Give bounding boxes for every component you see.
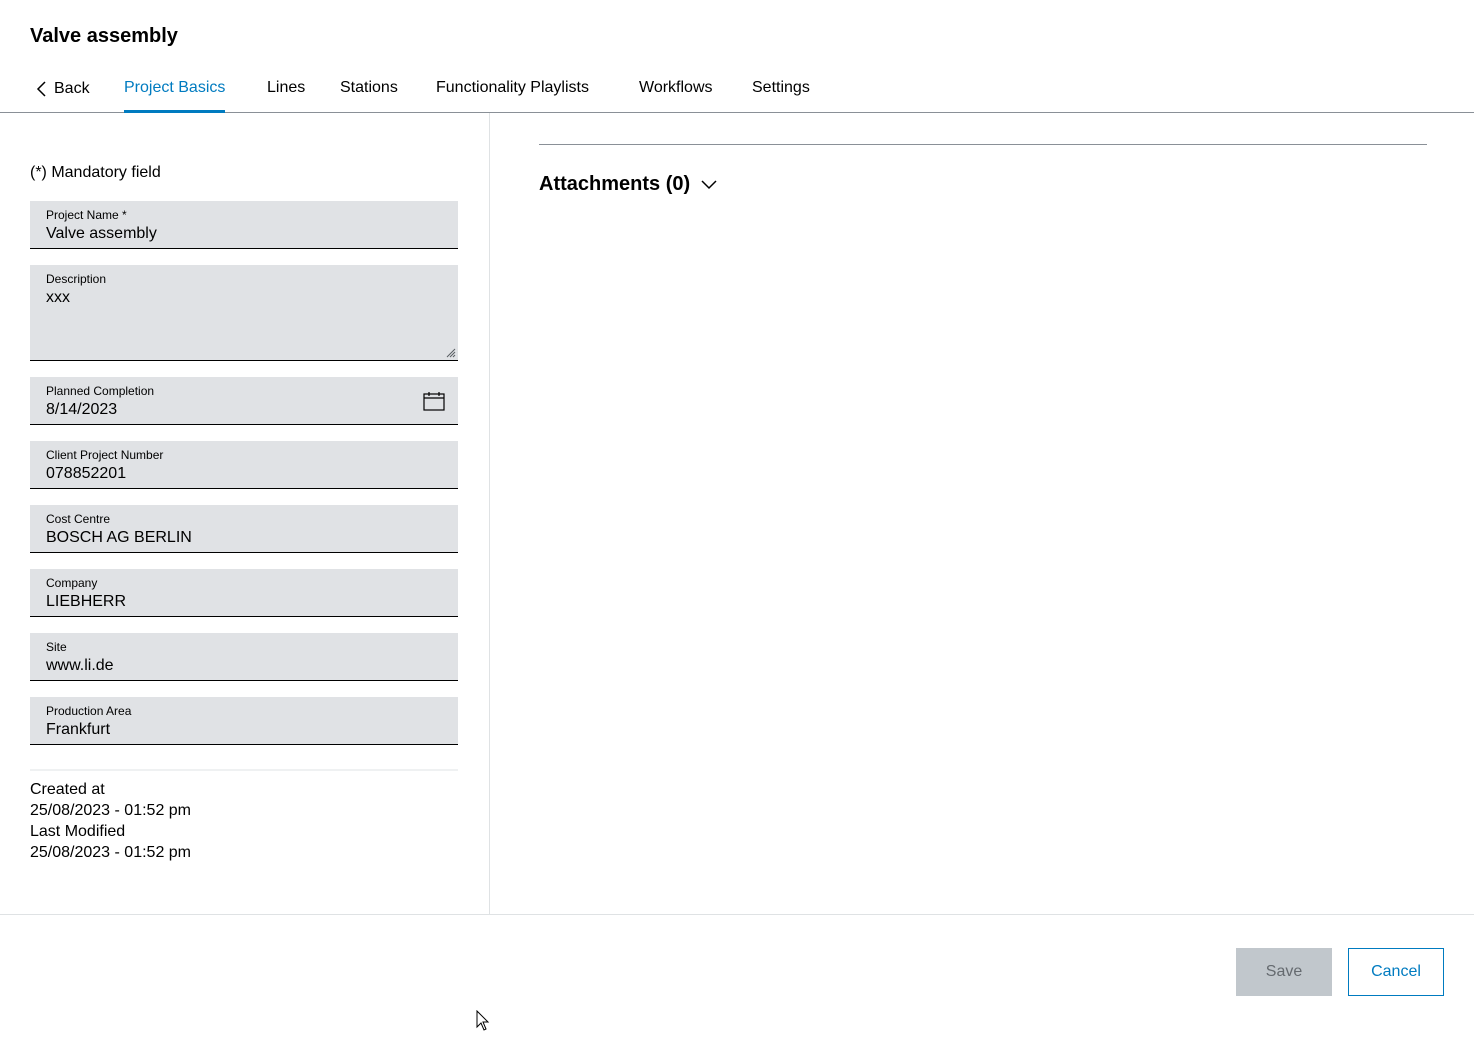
tab-functionality-playlists[interactable]: Functionality Playlists — [436, 66, 589, 112]
last-modified-label: Last Modified — [30, 823, 126, 840]
planned-completion-field[interactable]: Planned Completion 8/14/2023 — [30, 377, 458, 425]
back-button[interactable]: Back — [36, 66, 90, 112]
calendar-icon[interactable] — [423, 391, 445, 411]
company-label: Company — [46, 576, 98, 590]
attachments-divider — [539, 144, 1427, 145]
last-modified-value: 25/08/2023 - 01:52 pm — [30, 844, 192, 861]
client-project-number-label: Client Project Number — [46, 448, 164, 462]
project-name-label: Project Name * — [46, 208, 127, 222]
client-project-number-field[interactable]: Client Project Number 078852201 — [30, 441, 458, 489]
planned-completion-value[interactable]: 8/14/2023 — [46, 401, 117, 419]
production-area-value[interactable]: Frankfurt — [46, 721, 110, 739]
company-field[interactable]: Company LIEBHERR — [30, 569, 458, 617]
tab-lines[interactable]: Lines — [267, 66, 305, 112]
description-label: Description — [46, 272, 107, 286]
resize-handle-icon[interactable] — [444, 346, 456, 358]
back-label: Back — [54, 80, 90, 97]
description-field[interactable]: Description xxx — [30, 265, 458, 361]
project-name-value[interactable]: Valve assembly — [46, 225, 157, 243]
cost-centre-label: Cost Centre — [46, 512, 111, 526]
tab-settings[interactable]: Settings — [752, 66, 810, 112]
production-area-label: Production Area — [46, 704, 132, 718]
attachments-toggle[interactable]: Attachments (0) — [539, 171, 718, 197]
cancel-button[interactable]: Cancel — [1348, 948, 1444, 996]
tab-project-basics[interactable]: Project Basics — [124, 66, 226, 113]
created-at-value: 25/08/2023 - 01:52 pm — [30, 802, 192, 819]
attachments-panel: Attachments (0) — [491, 113, 1474, 914]
attachments-title: Attachments (0) — [539, 173, 691, 195]
project-name-field[interactable]: Project Name * Valve assembly — [30, 201, 458, 249]
page-title: Valve assembly — [30, 25, 178, 47]
client-project-number-value[interactable]: 078852201 — [46, 465, 126, 483]
mouse-cursor-icon — [476, 1010, 490, 1031]
tab-bar: Back Project Basics Lines Stations Funct… — [0, 66, 1474, 113]
site-value[interactable]: www.li.de — [46, 657, 114, 675]
production-area-field[interactable]: Production Area Frankfurt — [30, 697, 458, 745]
tab-workflows[interactable]: Workflows — [639, 66, 713, 112]
created-at-label: Created at — [30, 781, 105, 798]
site-field[interactable]: Site www.li.de — [30, 633, 458, 681]
chevron-down-icon — [701, 180, 717, 190]
planned-completion-label: Planned Completion — [46, 384, 155, 398]
save-button[interactable]: Save — [1236, 948, 1332, 996]
site-label: Site — [46, 640, 67, 654]
cost-centre-value[interactable]: BOSCH AG BERLIN — [46, 529, 192, 547]
description-value[interactable]: xxx — [46, 289, 70, 307]
meta-divider — [30, 769, 458, 771]
footer-bar: Save Cancel — [0, 914, 1474, 1048]
project-form-panel: (*) Mandatory field Project Name * Valve… — [0, 113, 490, 914]
chevron-left-icon — [36, 81, 46, 97]
company-value[interactable]: LIEBHERR — [46, 593, 126, 611]
cost-centre-field[interactable]: Cost Centre BOSCH AG BERLIN — [30, 505, 458, 553]
mandatory-field-note: (*) Mandatory field — [30, 164, 161, 181]
tab-stations[interactable]: Stations — [340, 66, 398, 112]
